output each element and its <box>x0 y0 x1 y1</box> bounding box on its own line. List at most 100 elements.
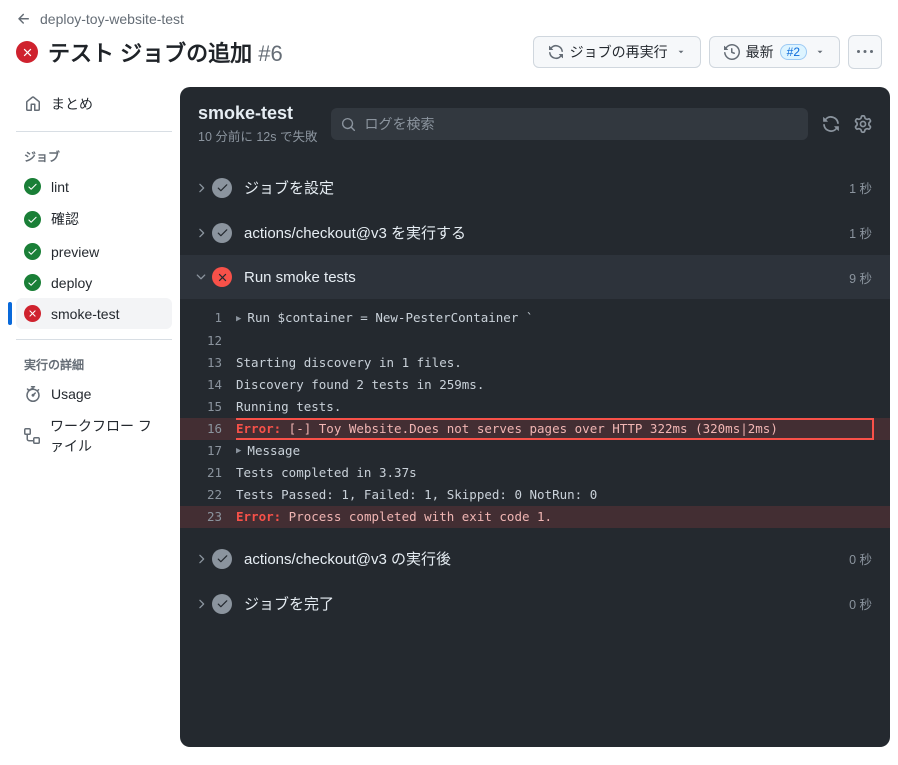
step-name: actions/checkout@v3 の実行後 <box>244 548 849 569</box>
sidebar-item-label: Usage <box>51 386 91 402</box>
step-name: ジョブを設定 <box>244 177 849 198</box>
check-icon <box>212 178 232 198</box>
check-icon <box>212 549 232 569</box>
sidebar-job-lint[interactable]: lint <box>16 171 172 202</box>
chevron-down-icon <box>190 270 212 284</box>
line-number: 12 <box>180 330 236 352</box>
sidebar-summary[interactable]: まとめ <box>16 87 172 121</box>
rerun-jobs-button[interactable]: ジョブの再実行 <box>533 36 701 68</box>
sidebar-item-label: deploy <box>51 275 92 291</box>
line-content: Discovery found 2 tests in 259ms. <box>236 374 876 396</box>
line-content: Error: [-] Toy Website.Does not serves p… <box>236 418 876 440</box>
sidebar-usage[interactable]: Usage <box>16 379 172 409</box>
log-step[interactable]: ジョブを完了 0 秒 <box>180 581 890 626</box>
arrow-left-icon <box>16 11 32 27</box>
page-title: テスト ジョブの追加 #6 <box>48 36 283 68</box>
step-duration: 1 秒 <box>849 223 872 242</box>
step-duration: 1 秒 <box>849 178 872 197</box>
line-content: Starting discovery in 1 files. <box>236 352 876 374</box>
line-number: 16 <box>180 418 236 440</box>
line-number: 17 <box>180 440 236 463</box>
breadcrumb[interactable]: deploy-toy-website-test <box>16 11 882 27</box>
chevron-right-icon <box>190 226 212 240</box>
divider <box>16 339 172 340</box>
sidebar-item-label: 確認 <box>51 209 79 229</box>
step-name: Run smoke tests <box>244 269 849 286</box>
status-fail-icon <box>16 41 38 63</box>
step-duration: 9 秒 <box>849 268 872 287</box>
log-line[interactable]: 12 <box>180 330 890 352</box>
line-content: ▶Message <box>236 440 876 463</box>
line-content: Running tests. <box>236 396 876 418</box>
x-icon <box>212 267 232 287</box>
line-number: 1 <box>180 307 236 330</box>
divider <box>16 131 172 132</box>
log-job-subtitle: 10 分前に 12s で失敗 <box>198 126 317 145</box>
log-line[interactable]: 17▶Message <box>180 440 890 463</box>
workflow-icon <box>24 428 40 444</box>
line-number: 14 <box>180 374 236 396</box>
log-line[interactable]: 14Discovery found 2 tests in 259ms. <box>180 374 890 396</box>
check-icon <box>24 274 41 291</box>
check-icon <box>24 178 41 195</box>
log-step[interactable]: ジョブを設定 1 秒 <box>180 165 890 210</box>
x-icon <box>24 305 41 322</box>
line-content: Tests completed in 3.37s <box>236 462 876 484</box>
check-icon <box>24 243 41 260</box>
log-step-expanded[interactable]: Run smoke tests 9 秒 <box>180 255 890 299</box>
sidebar-job-smoke-test[interactable]: smoke-test <box>16 298 172 329</box>
line-content: Tests Passed: 1, Failed: 1, Skipped: 0 N… <box>236 484 876 506</box>
line-number: 21 <box>180 462 236 484</box>
search-icon <box>341 117 356 132</box>
step-name: actions/checkout@v3 を実行する <box>244 222 849 243</box>
sidebar-job-preview[interactable]: preview <box>16 236 172 267</box>
disclosure-triangle-icon[interactable]: ▶ <box>236 308 241 330</box>
sidebar-job-deploy[interactable]: deploy <box>16 267 172 298</box>
step-name: ジョブを完了 <box>244 593 849 614</box>
log-job-title: smoke-test <box>198 103 317 124</box>
sidebar-item-label: lint <box>51 179 69 195</box>
log-lines: 1▶Run $container = New-PesterContainer `… <box>180 299 890 536</box>
disclosure-triangle-icon[interactable]: ▶ <box>236 440 241 462</box>
chevron-right-icon <box>190 597 212 611</box>
kebab-menu-button[interactable] <box>848 35 882 69</box>
log-search-input[interactable]: ログを検索 <box>331 108 808 140</box>
sidebar-item-label: preview <box>51 244 99 260</box>
settings-button[interactable] <box>854 115 872 133</box>
log-line[interactable]: 16Error: [-] Toy Website.Does not serves… <box>180 418 890 440</box>
log-line[interactable]: 13Starting discovery in 1 files. <box>180 352 890 374</box>
line-number: 22 <box>180 484 236 506</box>
step-duration: 0 秒 <box>849 594 872 613</box>
home-icon <box>24 96 41 112</box>
sidebar-workflow-file[interactable]: ワークフロー ファイル <box>16 409 172 463</box>
log-line[interactable]: 21Tests completed in 3.37s <box>180 462 890 484</box>
log-panel: smoke-test 10 分前に 12s で失敗 ログを検索 ジョブを設定 1… <box>180 87 890 747</box>
log-line[interactable]: 1▶Run $container = New-PesterContainer ` <box>180 307 890 330</box>
sync-icon <box>548 44 564 60</box>
caret-down-icon <box>815 47 825 57</box>
kebab-icon <box>857 44 873 60</box>
history-icon <box>724 44 740 60</box>
sidebar-item-label: ワークフロー ファイル <box>50 416 164 456</box>
step-duration: 0 秒 <box>849 549 872 568</box>
log-line[interactable]: 15Running tests. <box>180 396 890 418</box>
stopwatch-icon <box>24 386 41 402</box>
sidebar-item-label: まとめ <box>51 94 93 114</box>
sidebar-item-label: smoke-test <box>51 306 119 322</box>
line-content: Error: Process completed with exit code … <box>236 506 876 528</box>
log-step[interactable]: actions/checkout@v3 を実行する 1 秒 <box>180 210 890 255</box>
sidebar-job-validate[interactable]: 確認 <box>16 202 172 236</box>
latest-run-button[interactable]: 最新 #2 <box>709 36 840 68</box>
log-step[interactable]: actions/checkout@v3 の実行後 0 秒 <box>180 536 890 581</box>
log-line[interactable]: 23Error: Process completed with exit cod… <box>180 506 890 528</box>
check-icon <box>212 223 232 243</box>
jobs-heading: ジョブ <box>16 142 172 171</box>
details-heading: 実行の詳細 <box>16 350 172 379</box>
line-content: ▶Run $container = New-PesterContainer ` <box>236 307 876 330</box>
chevron-right-icon <box>190 181 212 195</box>
check-icon <box>212 594 232 614</box>
refresh-button[interactable] <box>822 115 840 133</box>
log-line[interactable]: 22Tests Passed: 1, Failed: 1, Skipped: 0… <box>180 484 890 506</box>
line-content <box>236 330 876 352</box>
check-icon <box>24 211 41 228</box>
